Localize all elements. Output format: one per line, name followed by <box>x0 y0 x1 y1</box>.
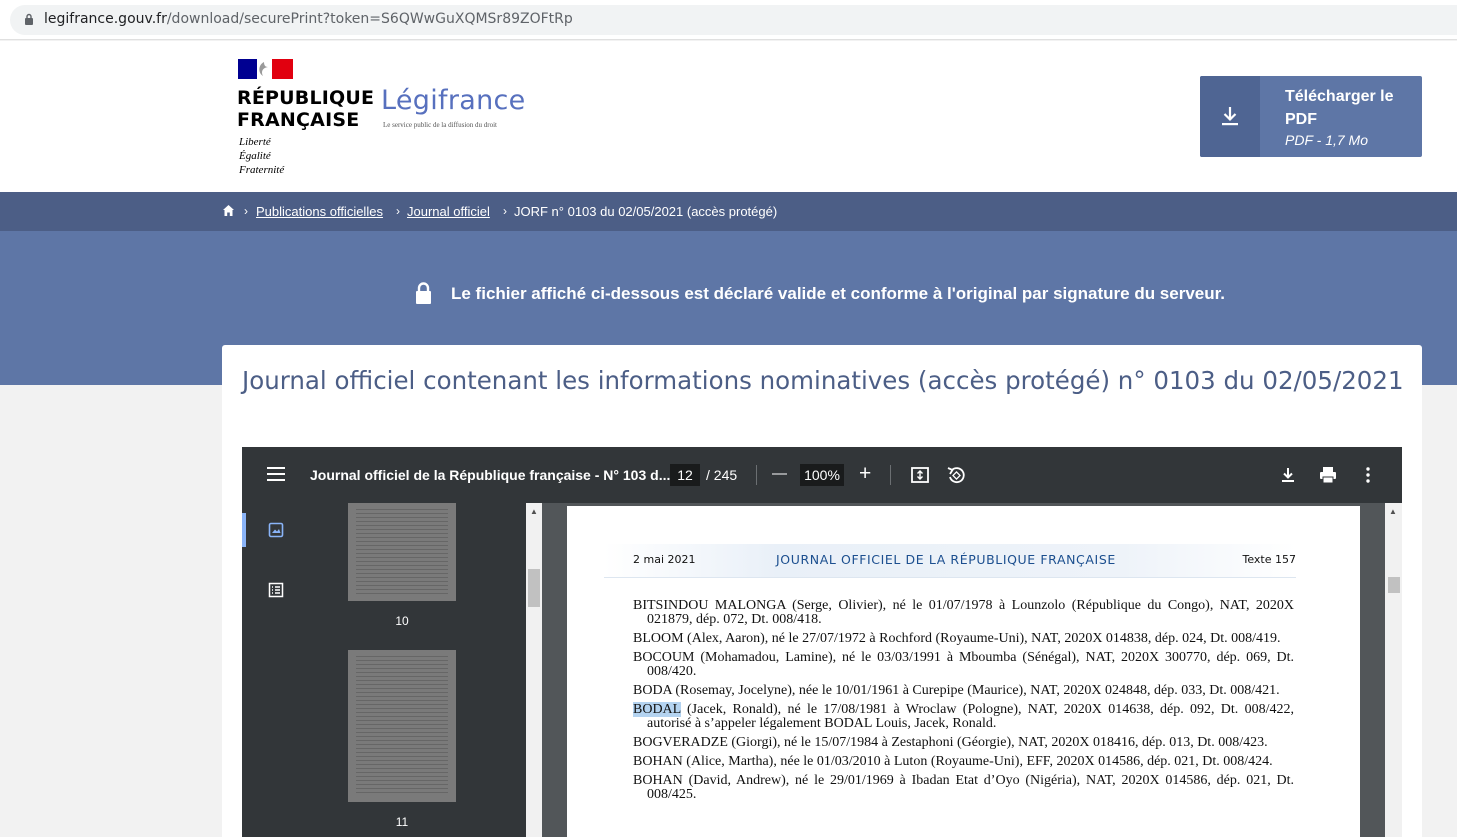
breadcrumb-publications[interactable]: Publications officielles <box>256 204 383 219</box>
thumbnail-text-lines <box>356 509 448 595</box>
home-icon[interactable] <box>222 204 235 217</box>
legifrance-logo[interactable]: Légifrance <box>381 85 526 116</box>
download-icon-box <box>1200 76 1260 157</box>
naturalization-list: BITSINDOU MALONGA (Serge, Olivier), né l… <box>633 599 1294 807</box>
list-item: BOCOUM (Mohamadou, Lamine), né le 03/03/… <box>633 650 1294 679</box>
journal-name: JOURNAL OFFICIEL DE LA RÉPUBLIQUE FRANÇA… <box>776 552 1116 567</box>
outline-icon[interactable] <box>268 582 284 598</box>
download-pdf-button[interactable]: Télécharger le PDF PDF - 1,7 Mo <box>1200 76 1422 157</box>
breadcrumb: › Publications officielles › Journal off… <box>0 192 1457 231</box>
browser-address-bar: legifrance.gouv.fr/download/securePrint?… <box>0 0 1457 40</box>
legifrance-tagline: Le service public de la diffusion du dro… <box>383 121 497 129</box>
padlock-icon <box>416 282 431 304</box>
toolbar-divider <box>890 465 891 485</box>
zoom-out-button[interactable]: — <box>772 465 787 482</box>
page-scrollbar[interactable]: ▲ <box>1385 503 1402 837</box>
scroll-up-arrow[interactable]: ▲ <box>530 507 538 516</box>
zoom-in-button[interactable]: + <box>859 462 871 486</box>
texte-number: Texte 157 <box>1242 553 1296 566</box>
motto-fraternite: Fraternité <box>239 164 285 176</box>
pdf-document-title: Journal officiel de la République frança… <box>310 467 671 483</box>
republique-francaise-label: RÉPUBLIQUE FRANÇAISE <box>237 87 374 131</box>
rf-line-2: FRANÇAISE <box>237 109 360 131</box>
list-item: BOHAN (Alice, Martha), née le 01/03/2010… <box>633 754 1273 769</box>
list-item: BOHAN (David, Andrew), né le 29/01/1969 … <box>633 773 1294 802</box>
breadcrumb-journal-officiel[interactable]: Journal officiel <box>407 204 490 219</box>
page-thumbnail-10[interactable] <box>348 503 456 601</box>
site-header: RÉPUBLIQUE FRANÇAISE Liberté Égalité Fra… <box>0 41 1457 192</box>
page-running-header: 2 mai 2021 JOURNAL OFFICIEL DE LA RÉPUBL… <box>604 544 1296 578</box>
fit-page-icon[interactable] <box>910 465 930 485</box>
list-item: BODA (Rosemay, Jocelyne), née le 10/01/1… <box>633 683 1280 698</box>
devise: Liberté Égalité Fraternité <box>239 135 284 177</box>
hamburger-menu-icon[interactable] <box>267 467 285 481</box>
url-path: /download/securePrint?token=S6QWwGuXQMSr… <box>166 11 573 27</box>
breadcrumb-separator: › <box>244 204 248 218</box>
motto-egalite: Égalité <box>239 150 271 162</box>
scroll-up-arrow[interactable]: ▲ <box>1389 507 1397 516</box>
total-pages: / 245 <box>706 467 738 483</box>
thumbnail-sidebar: 10 11 <box>242 503 526 837</box>
download-icon <box>1222 107 1238 126</box>
page-number-input[interactable]: 12 <box>670 464 700 486</box>
list-item: BOGVERADZE (Giorgi), né le 15/07/1984 à … <box>633 735 1268 750</box>
pdf-page: 2 mai 2021 JOURNAL OFFICIEL DE LA RÉPUBL… <box>567 506 1360 837</box>
page-scroll-thumb[interactable] <box>1388 577 1400 593</box>
page-root: legifrance.gouv.fr/download/securePrint?… <box>0 0 1457 837</box>
breadcrumb-current: JORF n° 0103 du 02/05/2021 (accès protég… <box>514 204 778 219</box>
page-date: 2 mai 2021 <box>633 553 696 566</box>
sidebar-scrollbar[interactable]: ▲ <box>526 503 542 837</box>
motto-liberte: Liberté <box>239 136 271 148</box>
document-title: Journal officiel contenant les informati… <box>242 366 1404 395</box>
rotate-icon[interactable] <box>946 465 966 485</box>
lock-icon[interactable] <box>24 13 34 25</box>
page-thumbnail-label: 10 <box>395 614 409 628</box>
sidebar-scroll-thumb[interactable] <box>528 569 540 607</box>
toolbar-divider <box>756 465 757 485</box>
zoom-level-input[interactable]: 100% <box>800 464 844 486</box>
marianne-logo[interactable] <box>238 59 293 79</box>
active-tab-indicator <box>242 513 246 547</box>
breadcrumb-separator: › <box>503 204 507 218</box>
pdf-toolbar: Journal officiel de la République frança… <box>242 447 1402 503</box>
url-text[interactable]: legifrance.gouv.fr/download/securePrint?… <box>44 11 573 27</box>
print-icon[interactable] <box>1318 465 1338 485</box>
list-item: BITSINDOU MALONGA (Serge, Olivier), né l… <box>633 598 1294 627</box>
breadcrumb-separator: › <box>396 204 400 218</box>
list-item: BLOOM (Alex, Aaron), né le 27/07/1972 à … <box>633 631 1281 646</box>
download-pdf-label: Télécharger le PDF <box>1285 88 1394 128</box>
search-highlight: BODAL <box>633 702 681 717</box>
pdf-viewer: Journal officiel de la République frança… <box>242 447 1402 837</box>
list-item-highlighted: BODAL (Jacek, Ronald), né le 17/08/1981 … <box>633 702 1294 731</box>
highlighted-entry-text: (Jacek, Ronald), né le 17/08/1981 à Wroc… <box>647 702 1294 731</box>
thumbnail-text-lines <box>356 656 448 796</box>
more-options-icon[interactable] <box>1358 465 1378 485</box>
page-thumbnail-11[interactable] <box>348 650 456 802</box>
page-thumbnail-label: 11 <box>395 815 409 829</box>
url-domain: legifrance.gouv.fr <box>44 11 167 27</box>
background-fill <box>1422 385 1457 837</box>
download-pdf-size: PDF - 1,7 Mo <box>1285 132 1368 148</box>
thumbnails-icon[interactable] <box>268 522 284 538</box>
validity-message: Le fichier affiché ci-dessous est déclar… <box>451 284 1226 303</box>
download-icon[interactable] <box>1278 465 1298 485</box>
rf-line-1: RÉPUBLIQUE <box>237 87 375 109</box>
